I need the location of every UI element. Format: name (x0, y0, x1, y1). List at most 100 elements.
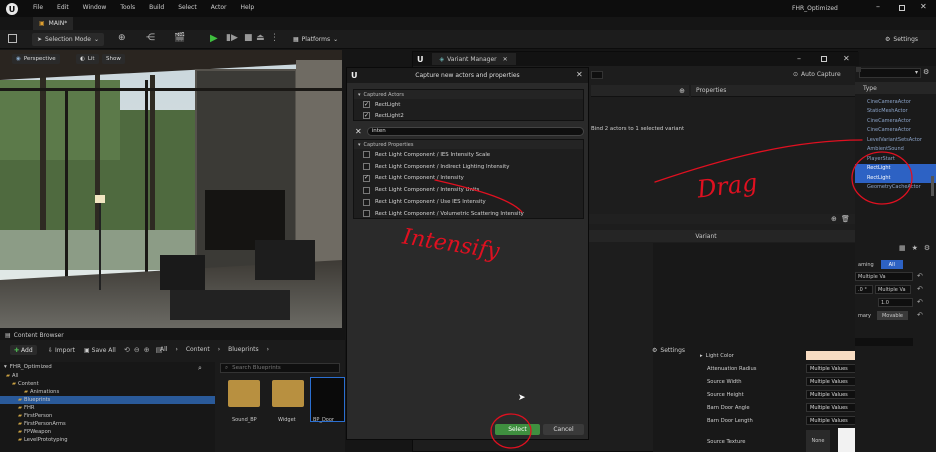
menu-actor[interactable]: Actor (211, 4, 227, 11)
tree-item[interactable]: ▰ FPWeapon (0, 428, 215, 436)
tree-item[interactable]: ▰ All (0, 372, 215, 380)
type-row[interactable]: CineCameraActor (855, 97, 936, 107)
menu-file[interactable]: File (33, 4, 43, 11)
actor-row[interactable]: ✓ RectLight (354, 99, 583, 110)
property-row[interactable]: Rect Light Component / Volumetric Scatte… (354, 208, 583, 220)
menu-select[interactable]: Select (178, 4, 197, 11)
play-icon[interactable]: ▶ (210, 33, 218, 44)
type-row-selected[interactable]: RectLight (855, 173, 936, 183)
tab-all[interactable]: All (880, 260, 903, 269)
property-checkbox[interactable]: ✓ (363, 174, 370, 182)
add-actor-icon[interactable]: ⊕ (118, 33, 126, 43)
maximize-icon[interactable] (899, 5, 905, 11)
rotation-value-2[interactable]: Multiple Va (875, 285, 911, 294)
save-all-button[interactable]: ▣ Save All (84, 345, 116, 355)
show-button[interactable]: Show (102, 54, 125, 64)
property-checkbox[interactable] (363, 163, 370, 171)
actor-row[interactable]: ✓ RectLight2 (354, 110, 583, 121)
type-row[interactable]: GeometryCacheActor (855, 183, 936, 193)
property-filter-input[interactable]: inten (366, 126, 584, 136)
minimize-icon[interactable]: – (876, 2, 880, 11)
import-button[interactable]: ⇩ Import (48, 345, 75, 355)
reset-icon[interactable]: ↶ (917, 311, 923, 319)
tree-item[interactable]: ▰ LevelPrototyping (0, 436, 215, 444)
property-row[interactable]: ✓ Rect Light Component / Intensity (354, 173, 583, 185)
type-row[interactable]: AmbientSound (855, 145, 936, 155)
scale-value[interactable]: 1.0 (878, 298, 913, 307)
add-variant-icon[interactable]: ⊕ (831, 215, 837, 223)
close-window-icon[interactable]: ✕ (843, 54, 850, 63)
type-row[interactable]: StaticMeshActor (855, 107, 936, 117)
variant-search-input[interactable] (591, 71, 603, 79)
tree-item[interactable]: ▰ Content (0, 380, 215, 388)
search-icon[interactable]: ⌕ (198, 364, 202, 373)
breadcrumb-all[interactable]: All (160, 346, 167, 353)
more-icon[interactable]: ⋮ (270, 33, 279, 43)
menu-edit[interactable]: Edit (57, 4, 69, 11)
cancel-button[interactable]: Cancel (543, 424, 584, 435)
asset-thumbnail-selected[interactable] (310, 377, 345, 422)
type-row-selected[interactable]: RectLight (855, 163, 936, 173)
reset-icon[interactable]: ↶ (917, 272, 923, 280)
content-settings-button[interactable]: ⚙ Settings (652, 347, 685, 354)
blueprint-icon[interactable]: ⋲ (146, 33, 155, 43)
trash-icon[interactable]: 🗑 (841, 215, 850, 223)
close-dialog-icon[interactable]: ✕ (576, 70, 583, 79)
level-tab[interactable]: ▣ MAIN* (33, 17, 74, 30)
maximize-icon[interactable] (821, 56, 827, 62)
level-viewport[interactable]: ◉ Perspective ◐ Lit Show (0, 50, 342, 328)
tree-root[interactable]: ▾ FHR_Optimized (0, 362, 215, 372)
add-button[interactable]: ✚ Add (10, 345, 37, 355)
content-browser-title[interactable]: Content Browser (14, 332, 64, 339)
lit-button[interactable]: ◐ Lit (76, 54, 99, 64)
history-icon[interactable]: ⟲ (124, 346, 130, 354)
actor-checkbox[interactable]: ✓ (363, 101, 370, 108)
forward-icon[interactable]: ⊕ (144, 346, 150, 354)
property-checkbox[interactable] (363, 151, 370, 159)
type-column-header[interactable]: Type (855, 82, 936, 94)
property-row[interactable]: Rect Light Component / Use IES Intensity (354, 196, 583, 208)
property-checkbox[interactable] (363, 210, 370, 218)
property-row[interactable]: Rect Light Component / Intensity Units (354, 184, 583, 196)
tree-item-selected[interactable]: ▰ Blueprints (0, 396, 215, 404)
property-checkbox[interactable] (363, 198, 370, 206)
tree-item[interactable]: ▰ Animations (0, 388, 215, 396)
type-row[interactable]: LevelVariantSetsActor (855, 135, 936, 145)
tree-item[interactable]: ▰ FirstPerson (0, 412, 215, 420)
rotation-value[interactable]: .0 ° (855, 285, 873, 294)
search-input[interactable]: ⌕ Search Blueprints (220, 363, 340, 373)
perspective-button[interactable]: ◉ Perspective (12, 54, 60, 64)
breadcrumb-blueprints[interactable]: Blueprints (228, 346, 259, 353)
minimize-icon[interactable]: – (797, 54, 801, 63)
platforms-button[interactable]: ▦ Platforms ⌄ (288, 33, 343, 46)
menu-build[interactable]: Build (149, 4, 164, 11)
outliner-filter-dropdown[interactable]: ▾ (859, 68, 921, 78)
mobility-movable[interactable]: Movable (876, 311, 908, 320)
clear-filter-icon[interactable]: ✕ (355, 127, 362, 136)
back-icon[interactable]: ⊖ (134, 346, 140, 354)
stop-icon[interactable]: ■ (244, 33, 253, 43)
chevron-right-icon[interactable]: ▸ (700, 353, 703, 359)
actor-checkbox[interactable]: ✓ (363, 112, 370, 119)
outliner-scrollbar[interactable] (931, 176, 934, 196)
tab-naming[interactable]: aming (855, 262, 877, 268)
reset-icon[interactable]: ↶ (917, 298, 923, 306)
star-icon[interactable]: ★ (912, 244, 918, 252)
asset-thumbnail[interactable] (228, 380, 260, 407)
mobility-stationary[interactable]: mary (855, 313, 874, 319)
step-icon[interactable]: ▮▶ (226, 33, 238, 43)
reset-icon[interactable]: ↶ (917, 285, 923, 293)
location-value[interactable]: Multiple Va (855, 272, 913, 281)
grid-icon[interactable]: ▦ (899, 244, 906, 252)
asset-thumbnail[interactable] (272, 380, 304, 407)
source-texture-picker[interactable]: None (806, 430, 830, 452)
tree-item[interactable]: ▰ FHR (0, 404, 215, 412)
variant-manager-tab[interactable]: ◈ Variant Manager ✕ (431, 53, 516, 65)
save-icon[interactable] (8, 34, 17, 43)
gear-icon[interactable]: ⚙ (924, 244, 930, 252)
gear-icon[interactable]: ⚙ (923, 68, 929, 76)
settings-button[interactable]: ⚙ Settings (880, 33, 923, 46)
select-button[interactable]: Select (495, 424, 540, 435)
close-window-icon[interactable]: ✕ (920, 2, 927, 11)
selection-mode-button[interactable]: ➤ Selection Mode ⌄ (32, 33, 104, 46)
